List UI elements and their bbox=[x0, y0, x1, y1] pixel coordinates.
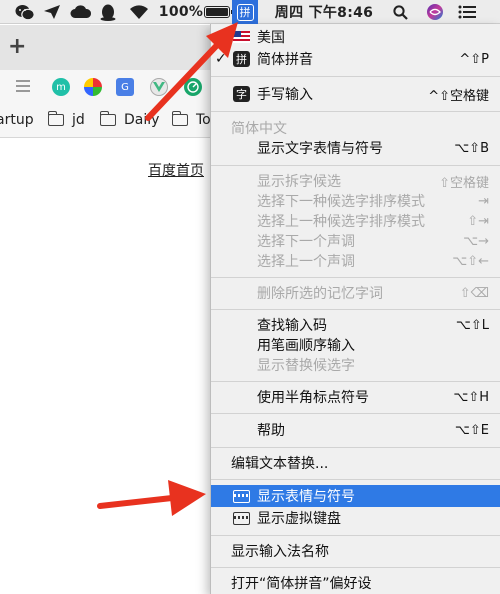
google-translate-icon[interactable]: G bbox=[116, 78, 134, 96]
menu-section-simplified-chinese: 简体中文 bbox=[231, 121, 287, 137]
keyboard-icon bbox=[233, 510, 250, 526]
bookmark-folder-jd[interactable]: jd bbox=[47, 111, 85, 128]
wechat-icon[interactable] bbox=[14, 0, 36, 24]
menu-item-edit-text-replacements[interactable]: 编辑文本替换... bbox=[211, 452, 500, 474]
menu-item-show-virtual-keyboard[interactable]: 显示虚拟键盘 bbox=[211, 507, 500, 529]
bookmark-label: jd bbox=[72, 112, 85, 128]
menu-item-us[interactable]: 美国 bbox=[211, 26, 500, 48]
menu-item-show-text-emoji[interactable]: 显示文字表情与符号 ⌥⇧B bbox=[211, 137, 500, 159]
menu-item-find-input-code[interactable]: 查找输入码 ⌥⇧L bbox=[211, 314, 500, 336]
cloud-icon[interactable] bbox=[70, 0, 92, 24]
menu-separator bbox=[211, 535, 500, 536]
qq-icon[interactable] bbox=[98, 0, 118, 24]
reading-list-icon[interactable] bbox=[16, 80, 30, 95]
new-tab-button[interactable]: + bbox=[8, 34, 26, 59]
siri-icon[interactable] bbox=[424, 0, 446, 24]
menu-item-prev-tone: 选择上一个声调 ⌥⇧← bbox=[257, 253, 489, 271]
menu-item-simplified-pinyin[interactable]: ✓ 拼 简体拼音 ^⇧P bbox=[211, 48, 500, 70]
folder-icon bbox=[99, 111, 116, 126]
folder-icon bbox=[47, 111, 64, 126]
menu-separator bbox=[211, 447, 500, 448]
menu-separator bbox=[211, 111, 500, 112]
baidu-home-link[interactable]: 百度首页 bbox=[148, 160, 204, 180]
menu-separator bbox=[211, 277, 500, 278]
menu-item-show-input-source-name[interactable]: 显示输入法名称 bbox=[211, 540, 500, 562]
send-icon[interactable] bbox=[42, 0, 62, 24]
menu-item-show-alternates: 显示替换候选字 bbox=[257, 358, 355, 374]
menu-item-open-preferences[interactable]: 打开“简体拼音”偏好设 bbox=[211, 572, 500, 594]
menu-bar: 100% 拼 周四 下午8:46 bbox=[0, 0, 500, 24]
menubar-clock[interactable]: 周四 下午8:46 bbox=[270, 0, 378, 24]
menu-separator bbox=[211, 567, 500, 568]
search-icon[interactable] bbox=[390, 0, 410, 24]
red-arrow-up-icon bbox=[145, 22, 238, 121]
menu-item-handwriting[interactable]: 字 手写输入 ^⇧空格键 bbox=[211, 83, 500, 105]
color-wheel-extension-icon[interactable] bbox=[84, 78, 102, 96]
menu-item-show-emoji-symbols[interactable]: 显示表情与符号 bbox=[211, 485, 500, 507]
red-arrow-right-icon bbox=[97, 480, 206, 516]
control-list-icon[interactable] bbox=[456, 0, 478, 24]
emoji-viewer-icon bbox=[233, 488, 250, 504]
menu-item-next-sort-mode: 选择下一种候选字排序模式 ⇥ bbox=[257, 193, 489, 211]
menu-item-stroke-order[interactable]: 用笔画顺序输入 bbox=[211, 334, 500, 356]
menu-separator bbox=[211, 165, 500, 166]
meiqia-extension-icon[interactable]: m bbox=[52, 78, 70, 96]
menu-item-prev-sort-mode: 选择上一种候选字排序模式 ⇧⇥ bbox=[257, 213, 489, 231]
menu-separator bbox=[211, 479, 500, 480]
bookmark-label: artup bbox=[0, 112, 34, 128]
menu-item-show-split-candidates: 显示拆字候选 ⇧空格键 bbox=[257, 174, 489, 191]
menu-separator bbox=[211, 381, 500, 382]
menu-separator bbox=[211, 413, 500, 414]
menu-item-delete-memory: 删除所选的记忆字词 ⇧⌫ bbox=[257, 285, 489, 303]
menu-separator bbox=[211, 76, 500, 77]
input-method-dropdown: 美国 ✓ 拼 简体拼音 ^⇧P 字 手写输入 ^⇧空格键 简体中文 显示文字表情… bbox=[210, 24, 500, 594]
menu-item-half-width-punctuation[interactable]: 使用半角标点符号 ⌥⇧H bbox=[211, 386, 500, 408]
menu-separator bbox=[211, 309, 500, 310]
menu-item-next-tone: 选择下一个声调 ⌥→ bbox=[257, 233, 489, 251]
menu-item-help[interactable]: 帮助 ⌥⇧E bbox=[211, 419, 500, 441]
bookmark-item[interactable]: artup bbox=[0, 112, 34, 128]
